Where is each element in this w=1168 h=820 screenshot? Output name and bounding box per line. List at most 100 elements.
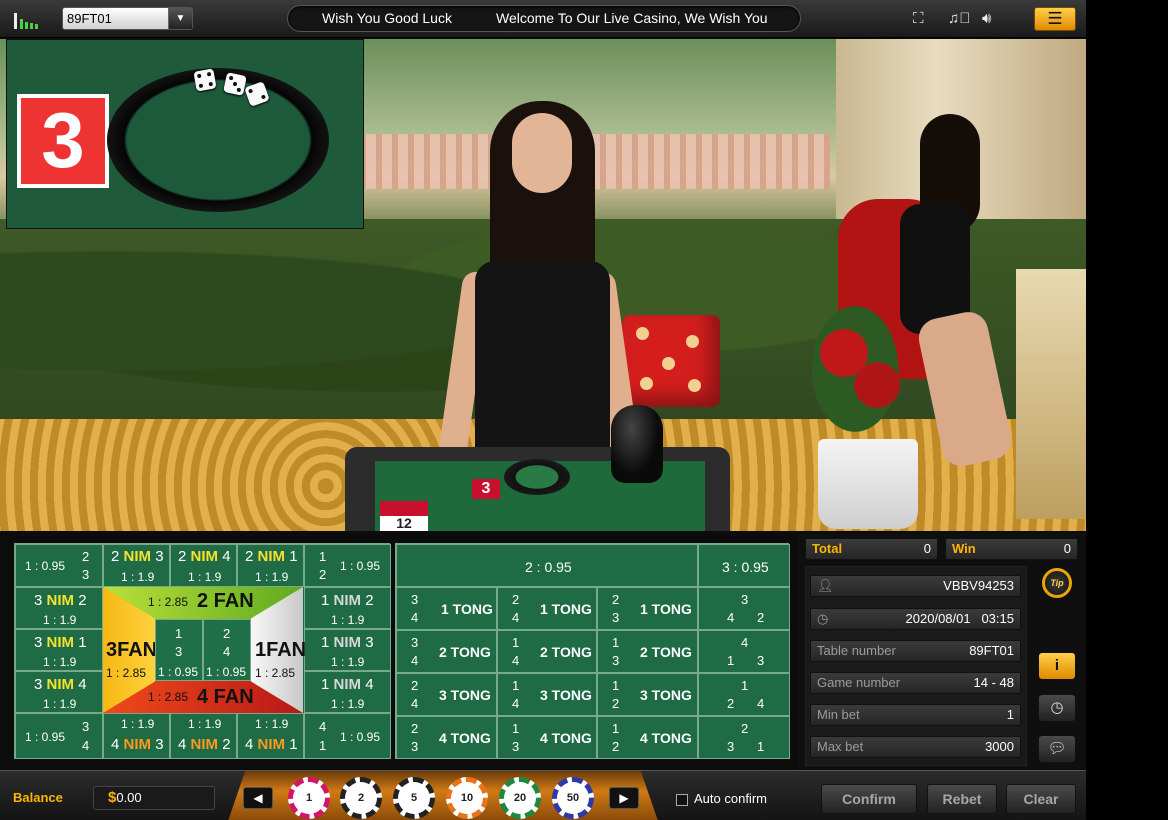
tong-label: 3 TONG — [439, 687, 491, 703]
header-odds: 3 : 0.95 — [722, 559, 769, 575]
bet-pair-23[interactable]: 1 : 0.95 2 3 — [15, 544, 103, 587]
odds-label: 1 : 1.9 — [331, 613, 365, 627]
chevron-down-icon[interactable]: ▼ — [168, 8, 192, 29]
bet-tong[interactable]: 1 3 4 TONG — [497, 716, 597, 759]
bet-nim-2-1[interactable]: 2 NIM 1 1 : 1.9 — [237, 544, 304, 587]
bet-triple[interactable]: 23 1 — [698, 716, 790, 759]
bet-nim-4-3[interactable]: 1 : 1.9 4 NIM 3 — [103, 713, 170, 759]
nim-word: NIM — [190, 736, 219, 753]
max-bet-label: Max bet — [817, 739, 864, 754]
bet-nim-3-1[interactable]: 3 NIM 1 1 : 1.9 — [15, 629, 103, 671]
confirm-button[interactable]: Confirm — [821, 784, 917, 814]
bet-pair-13[interactable]: 1 3 1 : 0.95 — [155, 619, 203, 681]
pair-number: 3 — [82, 567, 90, 582]
date-value: 2020/08/01 — [905, 611, 971, 626]
chip-2[interactable]: 2 — [340, 777, 382, 819]
user-row: 👤︎ VBBV94253 — [810, 575, 1021, 597]
tong-label: 2 TONG — [540, 644, 592, 660]
marquee-text-2: Welcome To Our Live Casino, We Wish You — [496, 10, 768, 26]
clear-button[interactable]: Clear — [1006, 784, 1076, 814]
bet-nim-1-2[interactable]: 1 NIM 2 1 : 1.9 — [304, 587, 391, 629]
checkbox-icon[interactable] — [676, 793, 688, 806]
bet-tong[interactable]: 1 3 2 TONG — [597, 630, 698, 673]
bet-nim-3-4[interactable]: 3 NIM 4 1 : 1.9 — [15, 671, 103, 713]
nim-num: 1 — [321, 634, 330, 651]
bet-tong[interactable]: 1 2 3 TONG — [597, 673, 698, 716]
bet-nim-2-3[interactable]: 2 NIM 3 1 : 1.9 — [103, 544, 170, 587]
bet-tong[interactable]: 2 3 4 TONG — [396, 716, 497, 759]
chip-20[interactable]: 20 — [499, 777, 541, 819]
bet-nim-4-2[interactable]: 1 : 1.9 4 NIM 2 — [170, 713, 237, 759]
bet-pair-12[interactable]: 1 2 1 : 0.95 — [304, 544, 391, 587]
table-number-label: Table number — [817, 643, 896, 658]
rebet-button[interactable]: Rebet — [927, 784, 997, 814]
bet-triple[interactable]: 34 2 — [698, 587, 790, 630]
min-bet-label: Min bet — [817, 707, 860, 722]
bet-triple[interactable]: 41 3 — [698, 630, 790, 673]
auto-confirm-checkbox[interactable]: Auto confirm — [676, 791, 767, 806]
bet-nim-4-1[interactable]: 1 : 1.9 4 NIM 1 — [237, 713, 304, 759]
music-off-icon[interactable]: ♫⃠ — [948, 10, 971, 28]
bet-tong[interactable]: 3 4 1 TONG — [396, 587, 497, 630]
pair-number: 4 — [512, 610, 520, 625]
pair-number: 1 — [612, 635, 620, 650]
bet-triple[interactable]: 12 4 — [698, 673, 790, 716]
bet-tong[interactable]: 3 4 2 TONG — [396, 630, 497, 673]
chevron-right-icon: ▶ — [619, 791, 629, 805]
tong-label: 3 TONG — [540, 687, 592, 703]
bet-nim-3-2[interactable]: 3 NIM 2 1 : 1.9 — [15, 587, 103, 629]
min-bet-value: 1 — [1006, 707, 1014, 722]
fullscreen-icon[interactable]: ⛶ — [913, 10, 924, 28]
result-number: 3 — [17, 94, 109, 188]
odds-label: 1 : 2.85 — [148, 595, 189, 609]
nim-num: 3 — [34, 676, 43, 693]
nim-word: NIM — [123, 736, 152, 753]
chip-50[interactable]: 50 — [552, 777, 594, 819]
nim-line: 3 NIM 4 — [34, 676, 87, 693]
nim-word: NIM — [333, 592, 362, 609]
bet-tong[interactable]: 1 2 4 TONG — [597, 716, 698, 759]
nim-word: NIM — [46, 634, 75, 651]
bet-tong[interactable]: 2 3 1 TONG — [597, 587, 698, 630]
die-icon — [223, 72, 247, 96]
nim-line: 3 NIM 2 — [34, 592, 87, 609]
bet-tong[interactable]: 2 4 1 TONG — [497, 587, 597, 630]
bet-tong[interactable]: 2 4 3 TONG — [396, 673, 497, 716]
bet-pair-34[interactable]: 1 : 0.95 3 4 — [15, 713, 103, 759]
nim-num: 4 — [365, 676, 374, 693]
bet-tong[interactable]: 1 4 2 TONG — [497, 630, 597, 673]
chip-prev-button[interactable]: ◀ — [243, 787, 273, 809]
info-button[interactable]: i — [1038, 652, 1076, 680]
volume-icon[interactable]: 🔊︎ — [982, 10, 991, 28]
bet-nim-2-4[interactable]: 2 NIM 4 1 : 1.9 — [170, 544, 237, 587]
bet-pair-24[interactable]: 2 4 1 : 0.95 — [203, 619, 251, 681]
bet-nim-1-3[interactable]: 1 NIM 3 1 : 1.9 — [304, 629, 391, 671]
nim-num: 3 — [34, 592, 43, 609]
chip-1[interactable]: 1 — [288, 777, 330, 819]
flower-plant — [800, 289, 910, 449]
nim-line: 1 NIM 2 — [321, 592, 374, 609]
pair-number: 3 — [411, 592, 419, 607]
pair-number: 4 — [727, 610, 735, 625]
bet-pair-41[interactable]: 4 1 1 : 0.95 — [304, 713, 391, 759]
bet-tong[interactable]: 1 4 3 TONG — [497, 673, 597, 716]
menu-button[interactable]: ☰ — [1034, 7, 1076, 31]
odds-label: 1 : 2.85 — [148, 690, 189, 704]
bet-nim-1-4[interactable]: 1 NIM 4 1 : 1.9 — [304, 671, 391, 713]
pair-number: 2 — [411, 721, 419, 736]
auto-confirm-label: Auto confirm — [694, 791, 767, 806]
chip-5[interactable]: 5 — [393, 777, 435, 819]
chat-button[interactable]: 💬︎ — [1038, 735, 1076, 763]
nim-num: 2 — [222, 736, 231, 753]
nim-num: 2 — [78, 592, 87, 609]
history-button[interactable]: ◷ — [1038, 694, 1076, 722]
pair-number: 2 — [612, 739, 620, 754]
chip-next-button[interactable]: ▶ — [609, 787, 639, 809]
table-select[interactable]: 89FT01 ▼ — [62, 7, 193, 30]
tong-label: 2 TONG — [640, 644, 692, 660]
pair-number: 2 — [82, 549, 90, 564]
tip-button[interactable]: Tip — [1042, 568, 1072, 598]
chip-10[interactable]: 10 — [446, 777, 488, 819]
fan-label: 3FAN — [106, 639, 158, 661]
table-number-row: Table number 89FT01 — [810, 640, 1021, 662]
